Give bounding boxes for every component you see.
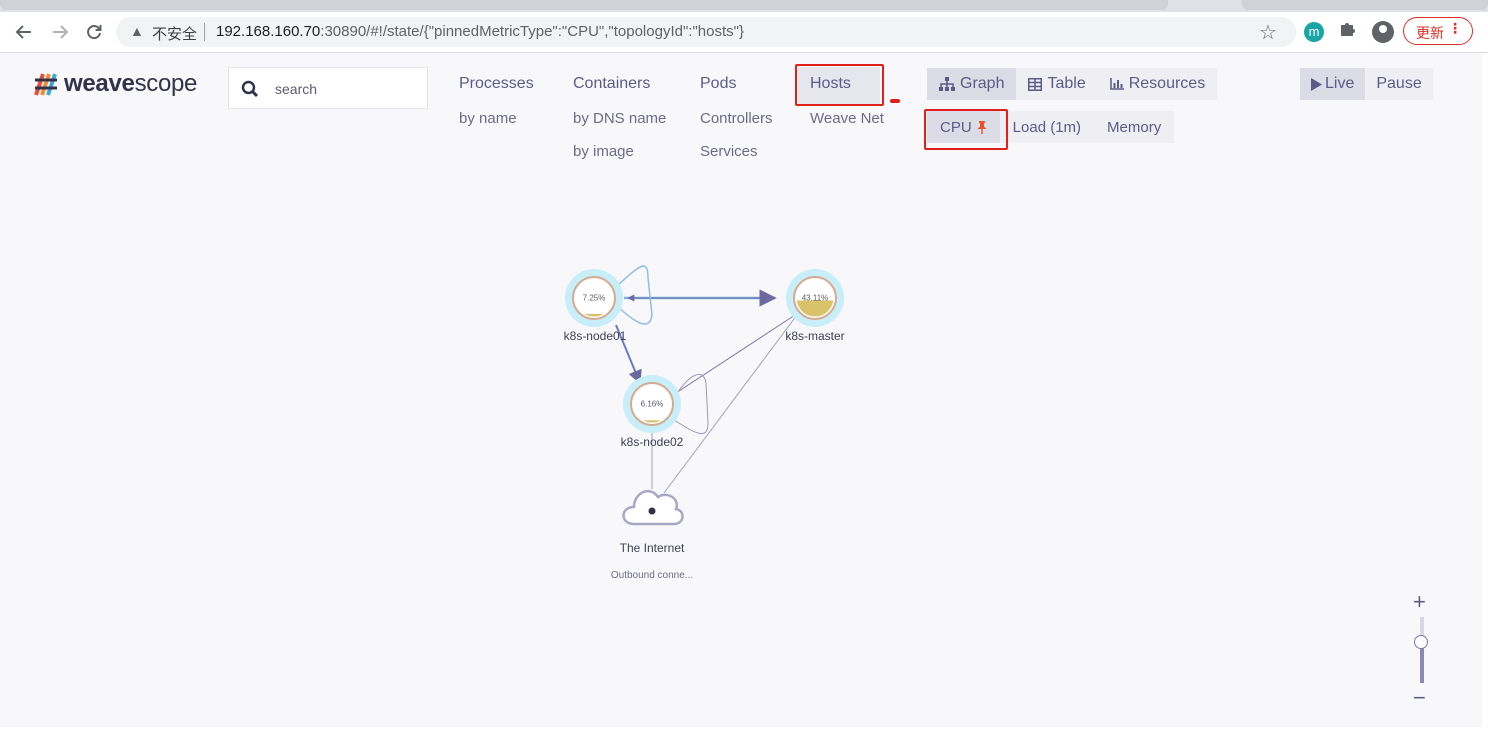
edge-master-internet[interactable]	[663, 314, 798, 494]
reload-button[interactable]	[82, 20, 106, 44]
zoom-in-button[interactable]: +	[1413, 591, 1426, 613]
weave-scope-app: weavescope Processes by name Containers …	[0, 53, 1482, 727]
cloud-icon	[622, 489, 684, 526]
node02-label[interactable]: k8s-node02	[621, 435, 684, 449]
master-label[interactable]: k8s-master	[785, 329, 844, 343]
browser-tab-strip	[0, 0, 1488, 12]
zoom-slider-handle[interactable]	[1414, 635, 1428, 649]
profile-avatar-icon[interactable]	[1372, 21, 1394, 43]
arrow-left-icon	[15, 25, 31, 39]
update-button[interactable]: 更新 ⋮	[1403, 17, 1473, 45]
edge-master-node02[interactable]	[675, 314, 796, 394]
browser-toolbar: ▲ 不安全 192.168.160.70:30890/#!/state/{"pi…	[0, 12, 1488, 53]
bookmark-star-icon[interactable]: ☆	[1259, 20, 1277, 45]
master-cpu-value: 43.11%	[801, 293, 829, 303]
edge-node01-self-loop[interactable]	[617, 265, 653, 325]
node02-cpu-value: 6.16%	[640, 399, 664, 409]
node01-label[interactable]: k8s-node01	[564, 329, 627, 343]
zoom-out-button[interactable]: −	[1413, 687, 1426, 709]
update-label: 更新	[1416, 26, 1444, 42]
browser-tab[interactable]	[1242, 0, 1488, 10]
insecure-label: 不安全	[152, 25, 198, 43]
url-host: 192.168.160.70	[216, 23, 321, 40]
zoom-control: + −	[1408, 591, 1434, 713]
node-the-internet[interactable]	[622, 489, 684, 526]
divider	[204, 23, 205, 41]
arrow-right-icon	[53, 25, 69, 39]
node01-cpu-value: 7.25%	[582, 293, 606, 303]
back-button[interactable]	[12, 20, 36, 44]
forward-button[interactable]	[48, 20, 72, 44]
topology-graph	[565, 265, 844, 526]
extensions-puzzle-icon[interactable]	[1338, 20, 1358, 42]
reload-icon	[87, 25, 102, 40]
extension-icon[interactable]: m	[1304, 22, 1324, 42]
internet-label[interactable]: The Internet	[620, 541, 685, 555]
address-bar[interactable]: ▲ 不安全 192.168.160.70:30890/#!/state/{"pi…	[116, 17, 1296, 47]
url-text[interactable]: 192.168.160.70:30890/#!/state/{"pinnedMe…	[216, 23, 744, 40]
warning-icon: ▲	[130, 23, 144, 39]
url-path: :30890/#!/state/{"pinnedMetricType":"CPU…	[320, 23, 744, 40]
internet-sublabel: Outbound conne...	[610, 570, 694, 581]
browser-tabs[interactable]	[0, 0, 1168, 10]
more-vert-icon: ⋮	[1448, 21, 1462, 37]
